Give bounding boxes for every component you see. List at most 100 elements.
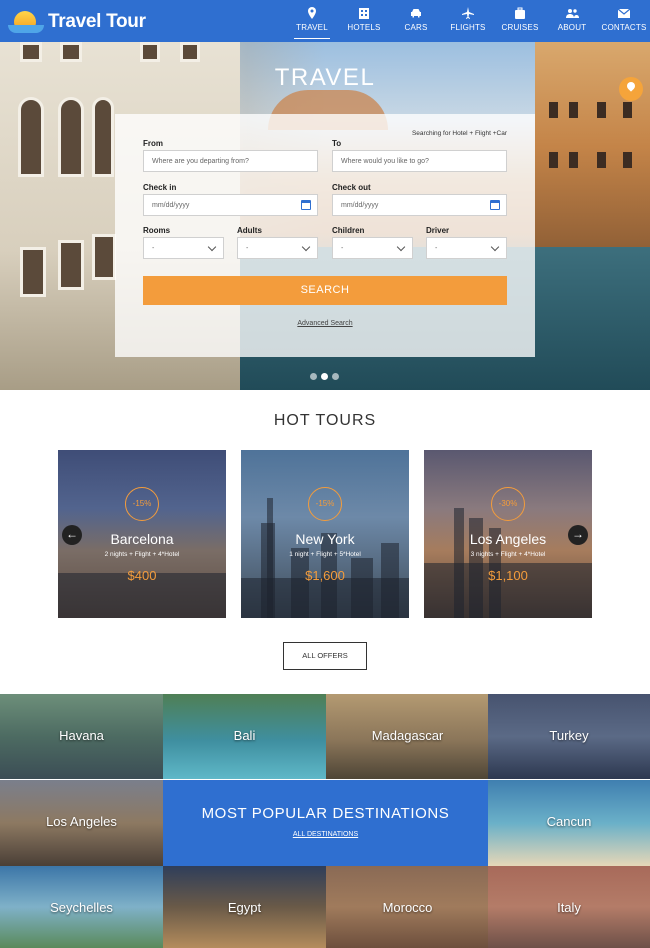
tour-city: Los Angeles bbox=[469, 531, 547, 547]
hero-banner: TRAVEL Searching for Hotel + Flight +Car… bbox=[0, 42, 650, 390]
destination-madagascar[interactable]: Madagascar bbox=[326, 694, 489, 779]
nav-about[interactable]: ABOUT bbox=[546, 0, 598, 42]
people-icon bbox=[566, 9, 579, 18]
map-location-button[interactable] bbox=[619, 77, 643, 101]
nav-travel[interactable]: TRAVEL bbox=[286, 0, 338, 42]
adults-select[interactable]: - bbox=[237, 237, 318, 259]
destination-name: Italy bbox=[557, 900, 581, 915]
hero-title: TRAVEL bbox=[274, 64, 376, 91]
discount-badge: -30% bbox=[491, 487, 525, 521]
destination-italy[interactable]: Italy bbox=[488, 866, 650, 948]
tour-card-los-angeles[interactable]: -30% Los Angeles 3 nights + Flight + 4*H… bbox=[424, 450, 592, 618]
nav-cars[interactable]: CARS bbox=[390, 0, 442, 42]
from-label: From bbox=[143, 139, 163, 148]
destination-seychelles[interactable]: Seychelles bbox=[0, 866, 163, 948]
calendar-icon[interactable] bbox=[490, 200, 500, 210]
slider-dot[interactable] bbox=[332, 373, 339, 380]
nav-hotels[interactable]: HOTELS bbox=[338, 0, 390, 42]
to-label: To bbox=[332, 139, 342, 148]
destination-cancun[interactable]: Cancun bbox=[488, 780, 650, 866]
destination-egypt[interactable]: Egypt bbox=[163, 866, 326, 948]
carousel-prev-button[interactable]: ← bbox=[62, 525, 82, 545]
tour-details: 1 night + Flight + 5*Hotel bbox=[289, 551, 361, 558]
sun-logo-icon bbox=[8, 11, 44, 33]
destination-bali[interactable]: Bali bbox=[163, 694, 326, 779]
nav-label: FLIGHTS bbox=[450, 23, 486, 32]
tour-price: $400 bbox=[127, 568, 157, 583]
to-field[interactable]: Where would you like to go? bbox=[332, 150, 507, 172]
all-destinations-link[interactable]: ALL DESTINATIONS bbox=[163, 831, 488, 838]
destination-havana[interactable]: Havana bbox=[0, 694, 163, 779]
nav-label: CONTACTS bbox=[601, 23, 647, 32]
children-value: - bbox=[341, 245, 344, 252]
checkin-date-field[interactable]: mm/dd/yyyy bbox=[143, 194, 318, 216]
from-placeholder: Where are you departing from? bbox=[152, 158, 249, 165]
hero-slider-dots bbox=[310, 373, 339, 380]
destination-los-angeles[interactable]: Los Angeles bbox=[0, 780, 163, 866]
checkin-label: Check in bbox=[143, 183, 177, 192]
discount-badge: -15% bbox=[308, 487, 342, 521]
checkin-value: mm/dd/yyyy bbox=[152, 202, 190, 209]
hot-tours-title: HOT TOURS bbox=[273, 412, 377, 429]
mail-icon bbox=[617, 8, 631, 18]
rooms-value: - bbox=[152, 245, 155, 252]
adults-value: - bbox=[246, 245, 249, 252]
discount-badge: -15% bbox=[125, 487, 159, 521]
hotel-icon bbox=[359, 8, 369, 19]
destination-name: Egypt bbox=[227, 900, 262, 915]
tour-city: Barcelona bbox=[110, 531, 174, 547]
popular-destinations-title: MOST POPULAR DESTINATIONS bbox=[201, 805, 450, 822]
chevron-down-icon bbox=[301, 242, 311, 252]
nav-contacts[interactable]: CONTACTS bbox=[598, 0, 650, 42]
search-button[interactable]: SEARCH bbox=[143, 276, 507, 305]
children-select[interactable]: - bbox=[332, 237, 413, 259]
destination-name: Turkey bbox=[549, 728, 589, 743]
chevron-down-icon bbox=[207, 242, 217, 252]
tour-price: $1,600 bbox=[305, 568, 345, 583]
tour-card-barcelona[interactable]: -15% Barcelona 2 nights + Flight + 4*Hot… bbox=[58, 450, 226, 618]
plane-icon bbox=[462, 7, 474, 19]
slider-dot-active[interactable] bbox=[321, 373, 328, 380]
brand-logo[interactable]: Travel Tour bbox=[8, 8, 146, 36]
from-field[interactable]: Where are you departing from? bbox=[143, 150, 318, 172]
chevron-down-icon bbox=[396, 242, 406, 252]
location-pin-icon bbox=[625, 80, 637, 92]
destination-morocco[interactable]: Morocco bbox=[326, 866, 489, 948]
nav-label: HOTELS bbox=[347, 23, 381, 32]
advanced-search-link[interactable]: Advanced Search bbox=[115, 320, 535, 327]
search-form: Searching for Hotel + Flight +Car From W… bbox=[115, 114, 535, 357]
brand-name: Travel Tour bbox=[48, 11, 146, 32]
map-pin-icon bbox=[308, 7, 316, 19]
slider-dot[interactable] bbox=[310, 373, 317, 380]
nav-label: TRAVEL bbox=[296, 23, 328, 32]
calendar-icon[interactable] bbox=[301, 200, 311, 210]
top-header: Travel Tour TRAVEL HOTELS CARS FLIGHTS C… bbox=[0, 0, 650, 42]
driver-select[interactable]: - bbox=[426, 237, 507, 259]
search-mode-note: Searching for Hotel + Flight +Car bbox=[411, 130, 507, 137]
chevron-down-icon bbox=[490, 242, 500, 252]
tour-card-new-york[interactable]: -15% New York 1 night + Flight + 5*Hotel… bbox=[241, 450, 409, 618]
children-label: Children bbox=[332, 226, 365, 235]
nav-label: CRUISES bbox=[501, 23, 539, 32]
main-nav: TRAVEL HOTELS CARS FLIGHTS CRUISES ABOUT… bbox=[286, 0, 650, 42]
tour-city: New York bbox=[295, 531, 355, 547]
rooms-select[interactable]: - bbox=[143, 237, 224, 259]
checkout-date-field[interactable]: mm/dd/yyyy bbox=[332, 194, 507, 216]
driver-label: Driver bbox=[426, 226, 450, 235]
destination-name: Havana bbox=[59, 728, 104, 743]
nav-flights[interactable]: FLIGHTS bbox=[442, 0, 494, 42]
carousel-next-button[interactable]: → bbox=[568, 525, 588, 545]
checkout-value: mm/dd/yyyy bbox=[341, 202, 379, 209]
tour-price: $1,100 bbox=[488, 568, 528, 583]
all-offers-button[interactable]: ALL OFFERS bbox=[283, 642, 367, 670]
tour-details: 2 nights + Flight + 4*Hotel bbox=[104, 551, 180, 558]
destination-name: Seychelles bbox=[50, 900, 113, 915]
arrow-right-icon: → bbox=[572, 527, 584, 541]
destination-name: Los Angeles bbox=[46, 814, 117, 829]
arrow-left-icon: ← bbox=[66, 527, 78, 541]
destination-turkey[interactable]: Turkey bbox=[488, 694, 650, 779]
destination-name: Morocco bbox=[382, 900, 433, 915]
destination-name: Madagascar bbox=[371, 728, 444, 743]
nav-cruises[interactable]: CRUISES bbox=[494, 0, 546, 42]
adults-label: Adults bbox=[237, 226, 262, 235]
